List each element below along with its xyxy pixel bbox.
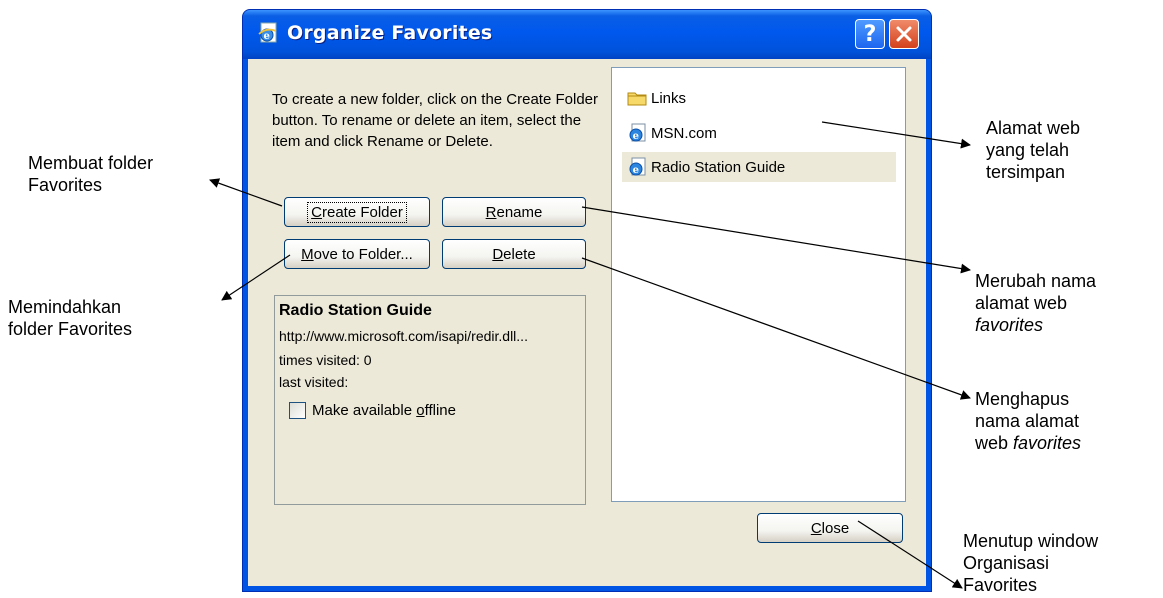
annotation-delete: Menghapus nama alamat web favorites — [975, 389, 1082, 453]
arrow-rename — [581, 206, 971, 274]
annotation-create-folder: Membuat folder Favorites — [28, 153, 154, 195]
arrow-delete — [581, 257, 971, 400]
arrow-move-folder — [221, 254, 291, 301]
annotation-move-folder: Memindahkan folder Favorites — [8, 297, 133, 339]
annotation-saved-addresses: Alamat web yang telah tersimpan — [986, 118, 1081, 182]
annotation-close: Menutup window Organisasi Favorites — [963, 531, 1099, 595]
arrow-saved — [821, 121, 971, 149]
arrow-close — [857, 520, 963, 589]
arrow-create-folder — [209, 178, 283, 207]
annotation-rename: Merubah nama alamat web favorites — [975, 271, 1097, 335]
